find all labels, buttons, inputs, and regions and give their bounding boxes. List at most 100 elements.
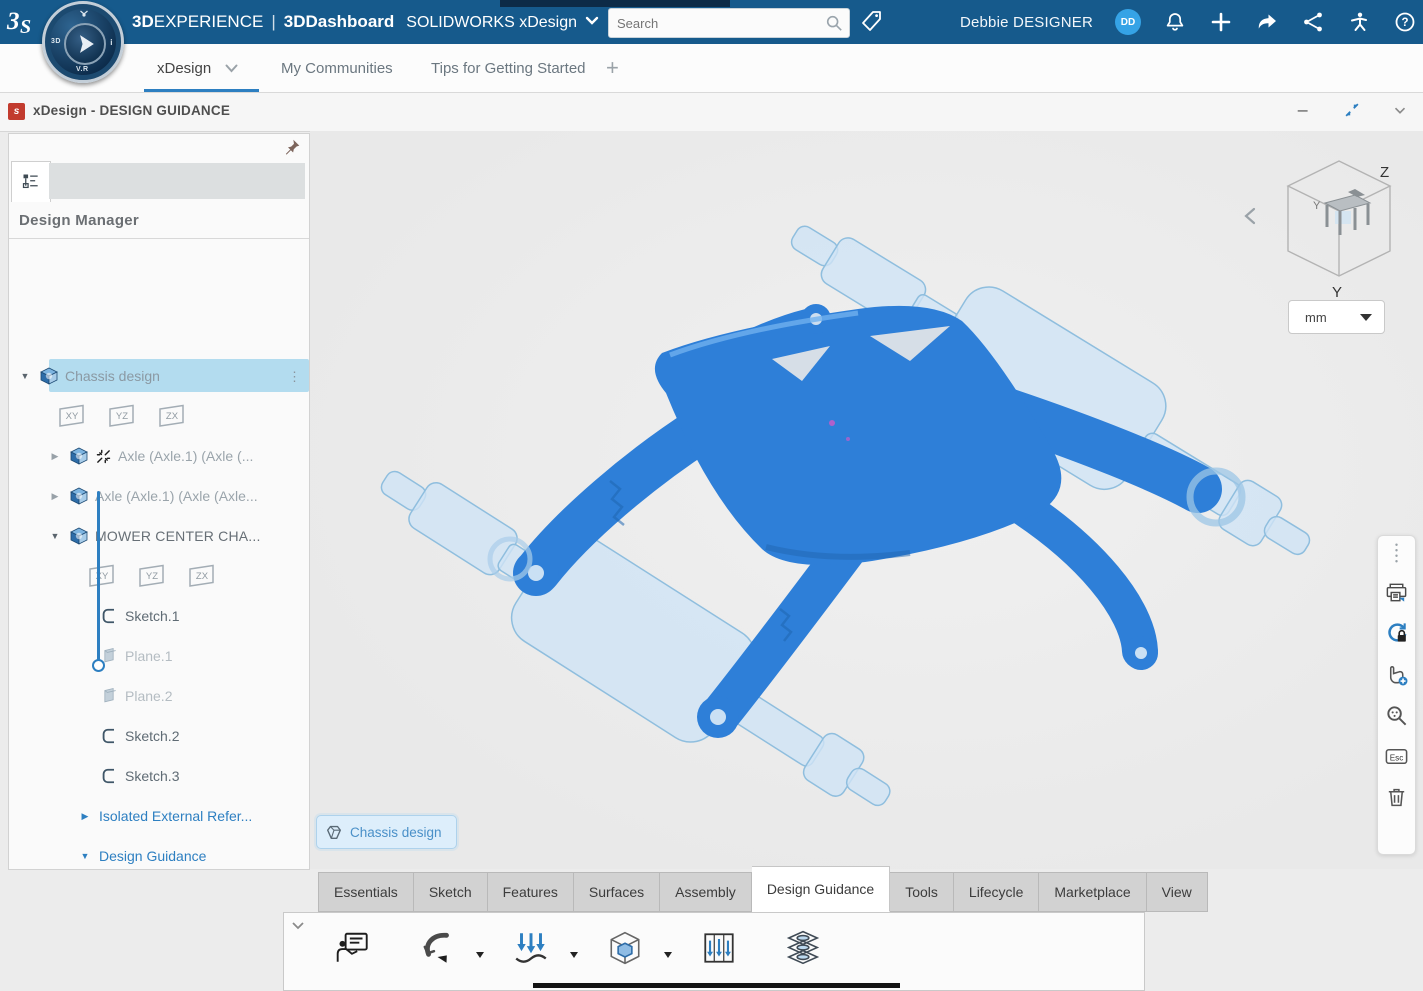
plane-yz-icon[interactable]: YZ: [103, 403, 139, 429]
search-icon[interactable]: [825, 14, 843, 32]
collapse-widget-chevron-icon[interactable]: [1391, 101, 1409, 119]
tree-item-design-guidance[interactable]: ▼Design Guidance: [9, 836, 310, 870]
view-cube[interactable]: Z Y Y: [1280, 151, 1398, 301]
snapshot-button[interactable]: [1384, 580, 1409, 605]
tree-reference-planes[interactable]: XY YZ ZX: [9, 396, 310, 436]
3dexperience-compass[interactable]: 3D V.R i: [42, 1, 124, 83]
collapse-toolbar-chevron-icon[interactable]: [290, 917, 306, 933]
tree-item-isolated-external-refer[interactable]: ▶Isolated External Refer...: [9, 796, 310, 836]
svg-text:ZX: ZX: [196, 571, 209, 582]
distributed-force-button[interactable]: [512, 929, 550, 967]
expander-right-icon[interactable]: ▶: [79, 811, 91, 822]
update-rotate-lock-button[interactable]: [1384, 621, 1409, 646]
tab-label: My Communities: [281, 60, 393, 77]
expander-right-icon[interactable]: ▶: [49, 451, 61, 462]
tree-item-sketch-2[interactable]: Sketch.2: [9, 716, 310, 756]
widget-controls: [1295, 101, 1409, 119]
row-context-menu-icon[interactable]: ⋮: [288, 374, 301, 379]
help-icon[interactable]: ?: [1393, 10, 1417, 34]
tree-item-plane-2[interactable]: Plane.2: [9, 676, 310, 716]
manipulate-add-button[interactable]: [1384, 662, 1409, 687]
zoom-area-button[interactable]: [1384, 703, 1409, 728]
tree-reference-planes[interactable]: XY YZ ZX: [9, 556, 310, 596]
dashboard-tab-xdesign[interactable]: xDesign: [157, 44, 238, 92]
notifications-icon[interactable]: [1163, 10, 1187, 34]
plane-zx-icon[interactable]: ZX: [153, 403, 189, 429]
app-switcher-label[interactable]: SOLIDWORKS xDesign: [406, 14, 577, 31]
expander-down-icon[interactable]: ▼: [19, 371, 31, 381]
design-guidance-advisor-button[interactable]: [334, 929, 372, 967]
tree-item-label: Sketch.3: [125, 768, 179, 784]
tab-chevron-down-icon[interactable]: [225, 60, 238, 77]
dashboard-tab-my-communities[interactable]: My Communities: [281, 44, 393, 92]
tree-item-sketch-3[interactable]: Sketch.3: [9, 756, 310, 796]
history-timeline[interactable]: [97, 491, 100, 665]
expander-right-icon[interactable]: ▶: [49, 491, 61, 502]
tree-item-sketch-1[interactable]: Sketch.1: [9, 596, 310, 636]
restore-size-icon[interactable]: [1343, 101, 1361, 119]
brand-dashboard[interactable]: 3DDashboard: [284, 12, 395, 31]
ribbon-tab-essentials[interactable]: Essentials: [318, 872, 414, 912]
ribbon-tab-lifecycle[interactable]: Lifecycle: [954, 872, 1039, 912]
tree-item-plane-1[interactable]: Plane.1: [9, 636, 310, 676]
units-dropdown[interactable]: mm: [1288, 300, 1385, 334]
tree-item-axle-axle-1-axle[interactable]: ▶Axle (Axle.1) (Axle (...: [9, 436, 310, 476]
search-input[interactable]: [609, 16, 825, 31]
design-space-dropdown-caret-icon[interactable]: [664, 952, 672, 958]
escape-key-button[interactable]: Esc: [1384, 744, 1409, 769]
minimize-icon[interactable]: [1295, 101, 1313, 119]
ribbon-tab-view[interactable]: View: [1147, 872, 1208, 912]
ribbon-tab-design-guidance[interactable]: Design Guidance: [752, 866, 890, 912]
axis-z-label[interactable]: Z: [1380, 164, 1389, 181]
add-dashboard-tab-button[interactable]: +: [606, 44, 619, 92]
delete-button[interactable]: [1384, 785, 1409, 810]
ribbon-tab-tools[interactable]: Tools: [890, 872, 954, 912]
dashboard-tab-row: xDesign My Communities Tips for Getting St…: [0, 44, 1423, 93]
ribbon-tab-sketch[interactable]: Sketch: [414, 872, 488, 912]
plane-xy-icon[interactable]: XY: [53, 403, 89, 429]
tree-item-chassis-design[interactable]: ▼Chassis design⋮: [9, 356, 310, 396]
tree-item-axle-axle-1-axle-axle[interactable]: ▶Axle (Axle.1) (Axle (Axle...: [9, 476, 310, 516]
pin-panel-icon[interactable]: [284, 138, 301, 155]
distributed-force-dropdown-caret-icon[interactable]: [570, 952, 578, 958]
app-switcher-chevron-icon[interactable]: [585, 11, 599, 31]
expander-down-icon[interactable]: ▼: [49, 531, 61, 541]
load-case-button[interactable]: [700, 929, 738, 967]
avatar[interactable]: DD: [1115, 9, 1141, 35]
plane-zx-icon[interactable]: ZX: [183, 563, 219, 589]
user-name[interactable]: Debbie DESIGNER: [960, 14, 1093, 31]
panel-divider: [9, 238, 309, 239]
axis-y-label[interactable]: Y: [1332, 284, 1342, 301]
drag-handle[interactable]: [1384, 542, 1409, 564]
3d-model-chassis[interactable]: [310, 131, 1423, 869]
video-overlay-strip: [500, 0, 730, 7]
share-network-icon[interactable]: [1301, 10, 1325, 34]
active-component-chip[interactable]: Chassis design: [316, 815, 457, 849]
clamp-button[interactable]: [418, 929, 456, 967]
ribbon-tab-assembly[interactable]: Assembly: [660, 872, 752, 912]
viewport-side-toolbar: Esc: [1377, 535, 1416, 855]
global-search[interactable]: [608, 8, 850, 38]
share-forward-icon[interactable]: [1255, 10, 1279, 34]
ribbon-tab-features[interactable]: Features: [488, 872, 574, 912]
tag-icon[interactable]: [860, 9, 884, 35]
community-icon[interactable]: [1347, 10, 1371, 34]
compass-play-button[interactable]: [64, 23, 106, 65]
clamp-dropdown-caret-icon[interactable]: [476, 952, 484, 958]
plane-yz-icon[interactable]: YZ: [133, 563, 169, 589]
expander-down-icon[interactable]: ▼: [79, 851, 91, 861]
dashboard-tab-tips-for-getting-started[interactable]: Tips for Getting Started: [431, 44, 586, 92]
shape-study-button[interactable]: [784, 929, 822, 967]
app-title: xDesign - DESIGN GUIDANCE: [33, 103, 230, 118]
viewcube-panel-chevron-icon[interactable]: [1243, 207, 1257, 225]
3d-viewport[interactable]: Chassis design Z Y Y mm: [310, 131, 1423, 869]
add-content-icon[interactable]: [1209, 10, 1233, 34]
plane-xy-icon[interactable]: XY: [83, 563, 119, 589]
rollback-marker[interactable]: [92, 659, 105, 672]
ribbon-tab-marketplace[interactable]: Marketplace: [1039, 872, 1146, 912]
tab-design-manager[interactable]: [11, 161, 51, 202]
design-space-button[interactable]: [606, 929, 644, 967]
tree-item-mower-center-cha[interactable]: ▼MOWER CENTER CHA...: [9, 516, 310, 556]
3ds-logo[interactable]: 3 S: [6, 6, 42, 36]
ribbon-tab-surfaces[interactable]: Surfaces: [574, 872, 660, 912]
